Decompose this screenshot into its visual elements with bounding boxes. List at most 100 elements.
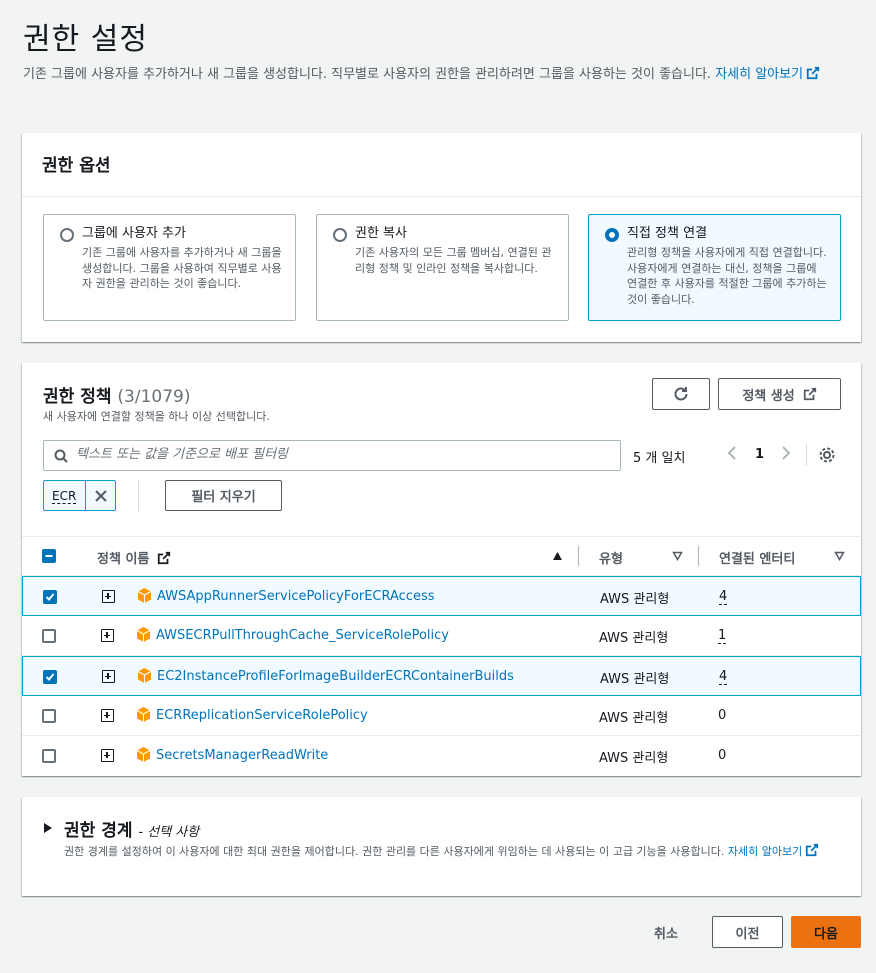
divider	[138, 480, 139, 511]
next-page-icon[interactable]	[780, 445, 792, 465]
learn-more-link[interactable]: 자세히 알아보기	[715, 66, 820, 82]
search-icon	[54, 449, 68, 463]
divider	[806, 444, 807, 466]
aws-managed-policy-icon	[136, 707, 151, 722]
attached-entities[interactable]: 4	[719, 589, 728, 605]
row-checkbox[interactable]	[42, 629, 56, 643]
page-description-text: 기존 그룹에 사용자를 추가하거나 새 그룹을 생성합니다. 직무별로 사용자의…	[23, 67, 712, 82]
clear-filters-button[interactable]: 필터 지우기	[165, 480, 282, 511]
permissions-boundary-panel[interactable]: 권한 경계 - 선택 사항 권한 경계를 설정하여 이 사용자에 대한 최대 권…	[22, 797, 861, 896]
boundary-optional-label: - 선택 사항	[138, 825, 200, 840]
boundary-title[interactable]: 권한 경계 - 선택 사항	[64, 816, 199, 841]
search-input[interactable]	[76, 447, 606, 462]
table-header: 정책 이름 유형 연결된 엔터티	[22, 537, 861, 576]
policy-type: AWS 관리형	[600, 672, 670, 687]
option-title: 직접 정책 연결	[627, 226, 708, 241]
column-header-type[interactable]: 유형	[599, 548, 623, 567]
boundary-learn-more-link[interactable]: 자세히 알아보기	[727, 843, 819, 858]
sort-ascending-icon[interactable]	[552, 551, 563, 561]
refresh-button[interactable]	[652, 378, 710, 410]
create-policy-label: 정책 생성	[742, 388, 795, 404]
sort-icon[interactable]	[672, 551, 683, 561]
match-count: 5 개 일치	[633, 451, 686, 466]
option-title: 권한 복사	[355, 226, 407, 241]
policy-search[interactable]	[43, 440, 621, 471]
options-panel-title: 권한 옵션	[22, 133, 861, 197]
option-title: 그룹에 사용자 추가	[82, 226, 186, 241]
option-copy-permissions[interactable]: 권한 복사 기존 사용자의 모든 그룹 멤버십, 연결된 관리형 정책 및 인라…	[316, 214, 569, 321]
prev-page-icon[interactable]	[726, 445, 738, 465]
filter-token: ECR	[43, 480, 116, 511]
permission-options-panel: 권한 옵션 그룹에 사용자 추가 기존 그룹에 사용자를 추가하거나 새 그룹을…	[22, 133, 861, 342]
option-description: 기존 사용자의 모든 그룹 멤버십, 연결된 관리형 정책 및 인라인 정책을 …	[355, 246, 552, 275]
filter-token-label[interactable]: ECR	[44, 481, 86, 510]
table-row[interactable]: EC2InstanceProfileForImageBuilderECRCont…	[22, 656, 861, 696]
policy-type: AWS 관리형	[599, 751, 669, 766]
boundary-description: 권한 경계를 설정하여 이 사용자에 대한 최대 권한을 제어합니다. 권한 관…	[64, 843, 844, 860]
previous-button[interactable]: 이전	[712, 916, 783, 948]
expand-icon[interactable]	[101, 749, 114, 762]
attached-entities[interactable]: 1	[718, 628, 727, 644]
external-link-icon	[803, 387, 816, 401]
row-checkbox[interactable]	[42, 709, 56, 723]
policy-name-link[interactable]: AWSAppRunnerServicePolicyForECRAccess	[157, 589, 435, 604]
attached-entities[interactable]: 4	[719, 669, 728, 685]
aws-managed-policy-icon	[137, 588, 152, 603]
policy-name-link[interactable]: SecretsManagerReadWrite	[156, 748, 328, 763]
sort-icon[interactable]	[834, 551, 845, 561]
row-checkbox[interactable]	[42, 749, 56, 763]
policies-description: 새 사용자에 연결할 정책을 하나 이상 선택합니다.	[43, 410, 270, 423]
column-header-name[interactable]: 정책 이름	[97, 548, 171, 567]
attached-entities: 0	[718, 748, 727, 763]
option-attach-policies[interactable]: 직접 정책 연결 관리형 정책을 사용자에게 직접 연결합니다. 사용자에게 연…	[588, 214, 841, 321]
column-divider	[578, 546, 579, 566]
table-row[interactable]: AWSAppRunnerServicePolicyForECRAccess AW…	[22, 576, 861, 616]
table-row[interactable]: AWSECRPullThroughCache_ServiceRolePolicy…	[22, 616, 861, 656]
select-all-checkbox[interactable]	[42, 549, 56, 563]
column-header-entities[interactable]: 연결된 엔터티	[719, 548, 795, 567]
gear-icon[interactable]	[818, 446, 836, 468]
policies-title: 권한 정책 (3/1079)	[43, 382, 190, 407]
radio-add-to-group[interactable]	[60, 228, 74, 242]
table-row[interactable]: ECRReplicationServiceRolePolicy AWS 관리형 …	[22, 696, 861, 736]
close-icon	[94, 489, 107, 502]
refresh-icon	[674, 387, 688, 401]
policy-name-link[interactable]: EC2InstanceProfileForImageBuilderECRCont…	[157, 669, 514, 684]
table-row[interactable]: SecretsManagerReadWrite AWS 관리형 0	[22, 736, 861, 776]
option-description: 기존 그룹에 사용자를 추가하거나 새 그룹을 생성합니다. 그룹을 사용하여 …	[82, 246, 282, 290]
remove-filter-button[interactable]	[86, 481, 115, 510]
radio-copy-permissions[interactable]	[333, 228, 347, 242]
expand-icon[interactable]	[102, 590, 115, 603]
external-link-icon	[157, 551, 171, 565]
policy-name-link[interactable]: AWSECRPullThroughCache_ServiceRolePolicy	[156, 628, 449, 643]
page-description: 기존 그룹에 사용자를 추가하거나 새 그룹을 생성합니다. 직무별로 사용자의…	[23, 64, 863, 86]
external-link-icon	[806, 843, 819, 857]
learn-more-label: 자세히 알아보기	[727, 845, 803, 858]
option-description: 관리형 정책을 사용자에게 직접 연결합니다. 사용자에게 연결하는 대신, 정…	[627, 246, 827, 306]
row-checkbox[interactable]	[43, 590, 57, 604]
column-divider	[698, 546, 699, 566]
boundary-title-text: 권한 경계	[64, 821, 133, 841]
policies-table: 정책 이름 유형 연결된 엔터티 AWSAppRunnerServicePoli…	[22, 536, 861, 776]
attached-entities: 0	[718, 708, 727, 723]
policy-type: AWS 관리형	[600, 592, 670, 607]
policies-title-text: 권한 정책	[43, 387, 112, 407]
boundary-description-text: 권한 경계를 설정하여 이 사용자에 대한 최대 권한을 제어합니다. 권한 관…	[64, 845, 725, 858]
create-policy-button[interactable]: 정책 생성	[718, 378, 841, 410]
learn-more-label: 자세히 알아보기	[715, 67, 804, 82]
radio-attach-policies[interactable]	[605, 228, 619, 242]
option-add-to-group[interactable]: 그룹에 사용자 추가 기존 그룹에 사용자를 추가하거나 새 그룹을 생성합니다…	[43, 214, 296, 321]
expand-icon[interactable]	[101, 629, 114, 642]
cancel-button[interactable]: 취소	[654, 923, 678, 942]
page-number[interactable]: 1	[755, 447, 764, 462]
policy-type: AWS 관리형	[599, 631, 669, 646]
next-button[interactable]: 다음	[791, 916, 861, 948]
policy-type: AWS 관리형	[599, 711, 669, 726]
row-checkbox[interactable]	[43, 670, 57, 684]
caret-right-icon[interactable]	[44, 823, 52, 833]
policies-count: (3/1079)	[117, 387, 191, 407]
external-link-icon	[806, 66, 820, 80]
policy-name-link[interactable]: ECRReplicationServiceRolePolicy	[156, 708, 368, 723]
expand-icon[interactable]	[101, 709, 114, 722]
expand-icon[interactable]	[102, 670, 115, 683]
